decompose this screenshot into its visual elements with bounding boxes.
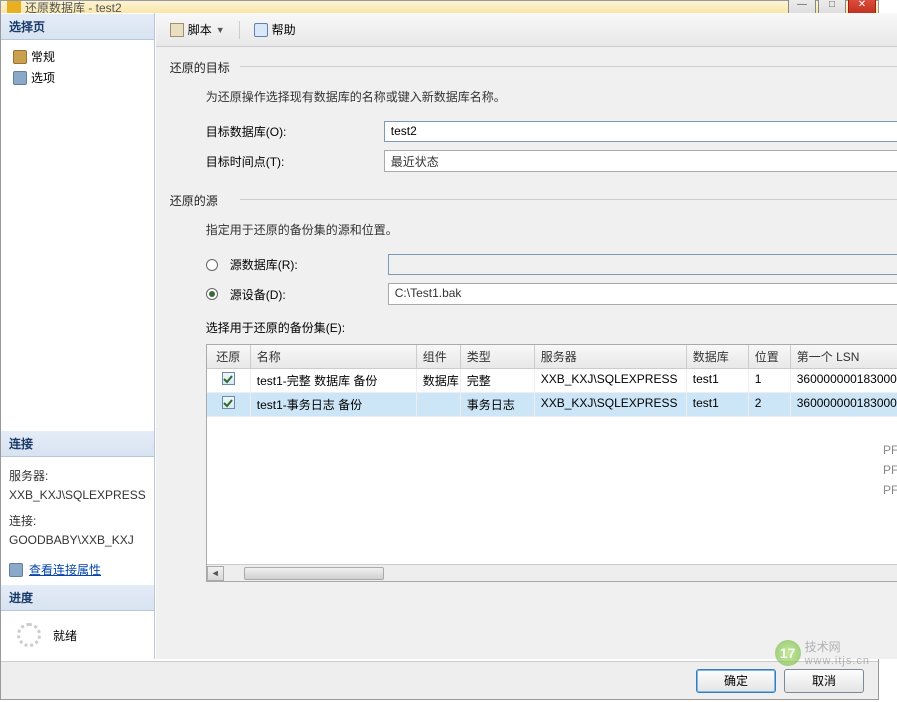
cell-name: test1-完整 数据库 备份 (251, 369, 417, 392)
cell-lsn: 36000000018300077 (791, 369, 897, 392)
options-icon (13, 71, 27, 85)
restore-checkbox[interactable] (222, 372, 235, 385)
backup-sets-label: 选择用于还原的备份集(E): (206, 319, 345, 336)
properties-icon (9, 563, 23, 577)
scroll-left-button[interactable]: ◄ (207, 566, 224, 581)
progress-status: 就绪 (53, 627, 77, 644)
grid-header: 还原 名称 组件 类型 服务器 数据库 位置 第一个 LSN (207, 345, 897, 369)
dialog-footer: 确定 取消 (1, 661, 878, 699)
col-component[interactable]: 组件 (417, 345, 461, 368)
toolbar: 脚本 ▼ 帮助 (156, 13, 897, 47)
help-icon (254, 23, 268, 37)
left-panel: 选择页 常规 选项 连接 服务器: XXB_KXJ\SQLEXPRESS 连接:… (1, 13, 155, 659)
page-general-label: 常规 (31, 48, 55, 65)
title-bar: 还原数据库 - test2 — □ ✕ (1, 1, 878, 13)
cell-lsn: 36000000018300077 (791, 393, 897, 416)
cancel-button[interactable]: 取消 (784, 669, 864, 693)
col-server[interactable]: 服务器 (535, 345, 687, 368)
backup-sets-grid[interactable]: 还原 名称 组件 类型 服务器 数据库 位置 第一个 LSN test1-完整 … (206, 344, 897, 582)
script-label: 脚本 (188, 21, 212, 38)
minimize-button[interactable]: — (788, 1, 816, 13)
target-time-label: 目标时间点(T): (206, 153, 376, 170)
help-label: 帮助 (272, 21, 296, 38)
target-db-value: test2 (391, 124, 417, 138)
target-db-combo[interactable]: test2 (384, 121, 897, 142)
cell-database: test1 (687, 369, 749, 392)
progress-heading: 进度 (1, 584, 154, 611)
from-device-field: C:\Test1.bak (388, 283, 897, 305)
cell-server: XXB_KXJ\SQLEXPRESS (535, 393, 687, 416)
cell-component (417, 393, 461, 416)
ok-button[interactable]: 确定 (696, 669, 776, 693)
toolbar-separator (239, 21, 240, 39)
help-button[interactable]: 帮助 (250, 19, 300, 40)
from-database-combo (388, 254, 897, 275)
cell-position: 1 (749, 369, 791, 392)
scroll-thumb[interactable] (244, 567, 384, 580)
table-row[interactable]: test1-完整 数据库 备份数据库完整XXB_KXJ\SQLEXPRESSte… (207, 369, 897, 393)
cell-type: 事务日志 (461, 393, 535, 416)
cell-name: test1-事务日志 备份 (251, 393, 417, 416)
cell-position: 2 (749, 393, 791, 416)
source-heading: 还原的源 (170, 186, 897, 211)
view-connection-props-link[interactable]: 查看连接属性 (29, 561, 101, 578)
server-value: XXB_KXJ\SQLEXPRESS (9, 488, 146, 502)
from-database-radio[interactable] (206, 259, 218, 271)
edge-fragment: PFPFPF (883, 440, 897, 500)
horizontal-scrollbar[interactable]: ◄ ► (207, 564, 897, 581)
col-type[interactable]: 类型 (461, 345, 535, 368)
target-time-field: 最近状态 (384, 150, 897, 172)
target-desc: 为还原操作选择现有数据库的名称或键入新数据库名称。 (170, 78, 897, 117)
general-icon (13, 50, 27, 64)
conn-value: GOODBABY\XXB_KXJ (9, 533, 146, 547)
script-button[interactable]: 脚本 ▼ (166, 19, 229, 40)
cell-type: 完整 (461, 369, 535, 392)
from-device-label: 源设备(D): (230, 286, 380, 303)
dialog-window: 还原数据库 - test2 — □ ✕ 选择页 常规 选项 连接 服务器: (0, 0, 879, 700)
source-desc: 指定用于还原的备份集的源和位置。 (170, 211, 897, 250)
close-button[interactable]: ✕ (848, 1, 876, 13)
chevron-down-icon: ▼ (216, 25, 225, 35)
page-general[interactable]: 常规 (9, 46, 146, 67)
restore-checkbox[interactable] (222, 396, 235, 409)
cell-server: XXB_KXJ\SQLEXPRESS (535, 369, 687, 392)
conn-label: 连接: (9, 512, 146, 529)
from-device-radio[interactable] (206, 288, 218, 300)
page-options-label: 选项 (31, 69, 55, 86)
connection-heading: 连接 (1, 430, 154, 457)
progress-spinner-icon (17, 623, 41, 647)
server-label: 服务器: (9, 467, 146, 484)
col-lsn[interactable]: 第一个 LSN (791, 345, 897, 368)
cell-component: 数据库 (417, 369, 461, 392)
col-name[interactable]: 名称 (251, 345, 417, 368)
window-title: 还原数据库 - test2 (25, 1, 122, 13)
page-options[interactable]: 选项 (9, 67, 146, 88)
select-page-heading: 选择页 (1, 13, 154, 40)
target-heading: 还原的目标 (170, 53, 897, 78)
cell-database: test1 (687, 393, 749, 416)
from-database-label: 源数据库(R): (230, 256, 380, 273)
col-restore[interactable]: 还原 (207, 345, 251, 368)
right-panel: 脚本 ▼ 帮助 还原的目标 为还原操作选择现有数据库的名称或键入新数据库名称。 … (155, 13, 897, 659)
table-row[interactable]: test1-事务日志 备份 事务日志XXB_KXJ\SQLEXPRESStest1… (207, 393, 897, 417)
col-database[interactable]: 数据库 (687, 345, 749, 368)
col-position[interactable]: 位置 (749, 345, 791, 368)
maximize-button[interactable]: □ (818, 1, 846, 13)
script-icon (170, 23, 184, 37)
app-icon (7, 1, 21, 13)
target-db-label: 目标数据库(O): (206, 123, 376, 140)
